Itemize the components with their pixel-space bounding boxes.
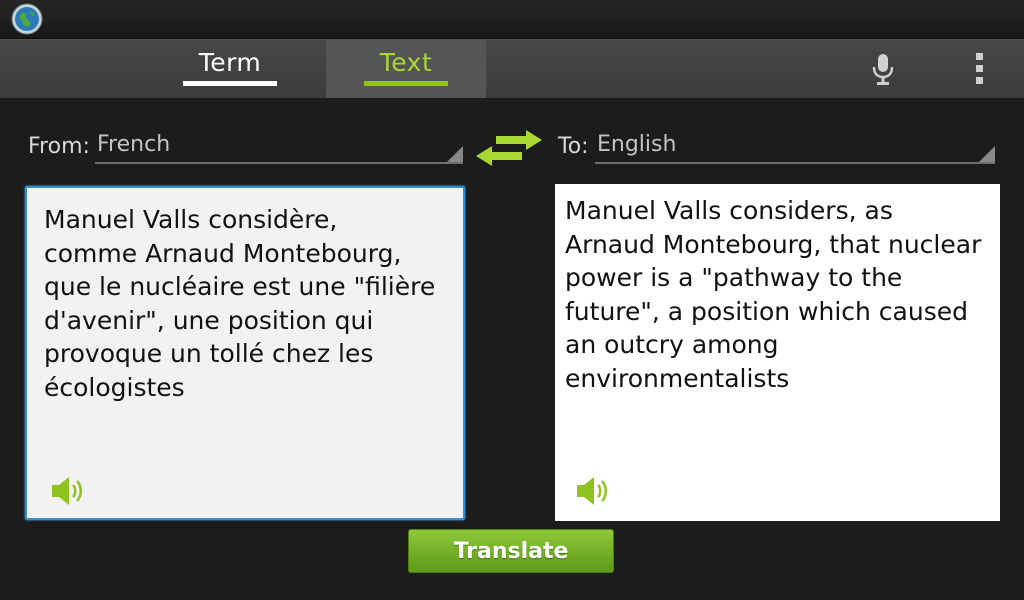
to-language-select[interactable]: English [595,132,995,164]
dropdown-corner-icon [447,146,463,162]
translated-text: Manuel Valls considers, as Arnaud Monteb… [565,196,982,393]
dropdown-corner-icon [979,146,995,162]
swap-languages-icon[interactable] [474,128,544,168]
to-label: To: [558,134,589,159]
source-text: Manuel Valls considère, comme Arnaud Mon… [44,205,436,402]
overflow-menu-icon[interactable] [965,50,995,88]
microphone-icon[interactable] [868,52,898,86]
from-language-select[interactable]: French [95,132,463,164]
translate-button[interactable]: Translate [408,529,614,573]
from-language-value: French [97,132,171,157]
source-text-input[interactable]: Manuel Valls considère, comme Arnaud Mon… [25,186,465,520]
tab-term[interactable]: Term [150,40,310,98]
tab-text-label: Text [363,48,449,86]
speaker-icon[interactable] [575,474,611,508]
action-bar: Term Text [0,39,1024,98]
translation-output: Manuel Valls considers, as Arnaud Monteb… [555,184,1000,521]
globe-icon[interactable] [11,3,43,35]
to-language-value: English [597,132,677,157]
from-label: From: [28,134,90,159]
status-bar [0,0,1024,39]
speaker-icon[interactable] [50,474,86,508]
tab-text[interactable]: Text [326,40,486,98]
tab-term-label: Term [182,48,278,86]
